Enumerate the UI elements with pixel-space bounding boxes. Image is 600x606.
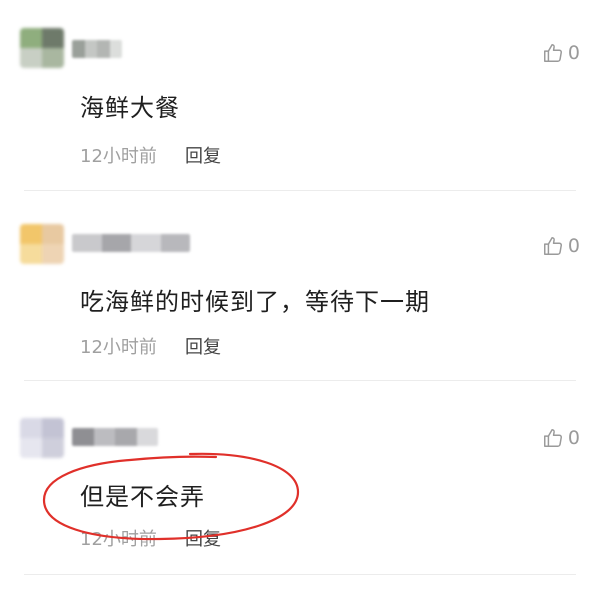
username-pixel [72,234,102,252]
username-pixel [72,40,85,58]
divider [24,190,576,191]
like-button[interactable]: 0 [542,235,580,257]
reply-button[interactable]: 回复 [185,337,221,358]
username-blurred[interactable] [72,428,158,446]
avatar[interactable] [20,224,64,264]
username-pixel [101,234,131,252]
comment-text: 吃海鲜的时候到了，等待下一期 [80,288,430,316]
username-pixel [93,428,115,446]
like-button[interactable]: 0 [542,427,580,449]
username-pixel [160,234,190,252]
comment-meta: 12小时前 回复 [80,142,221,168]
avatar-pixel [20,48,42,68]
username-pixel [131,234,161,252]
divider [24,380,576,381]
thumbs-up-icon [542,427,564,449]
thumbs-up-icon [542,235,564,257]
thumbs-up-icon [542,42,564,64]
avatar-pixel [20,244,42,264]
avatar-pixel [20,418,42,438]
avatar[interactable] [20,28,64,68]
like-count: 0 [567,235,580,257]
username-pixel [97,40,110,58]
username-blurred[interactable] [72,234,190,252]
like-count: 0 [567,42,580,64]
comment-time: 12小时前 [80,337,157,358]
username-pixel [72,428,94,446]
annotation-ellipse [42,452,300,541]
username-pixel [84,40,97,58]
comment-text: 海鲜大餐 [80,94,180,122]
avatar-pixel [20,224,42,244]
reply-button[interactable]: 回复 [185,146,221,167]
like-button[interactable]: 0 [542,42,580,64]
like-count: 0 [567,427,580,449]
avatar-pixel [20,28,42,48]
comment-time: 12小时前 [80,146,157,167]
username-pixel [109,40,122,58]
username-pixel [136,428,158,446]
avatar-pixel [20,438,42,458]
username-blurred[interactable] [72,40,122,58]
divider [24,574,576,575]
avatar-pixel [42,28,64,48]
avatar-pixel [42,244,64,264]
username-pixel [115,428,137,446]
avatar-pixel [42,48,64,68]
avatar-pixel [42,224,64,244]
comment-meta: 12小时前 回复 [80,333,221,359]
avatar-pixel [42,418,64,438]
